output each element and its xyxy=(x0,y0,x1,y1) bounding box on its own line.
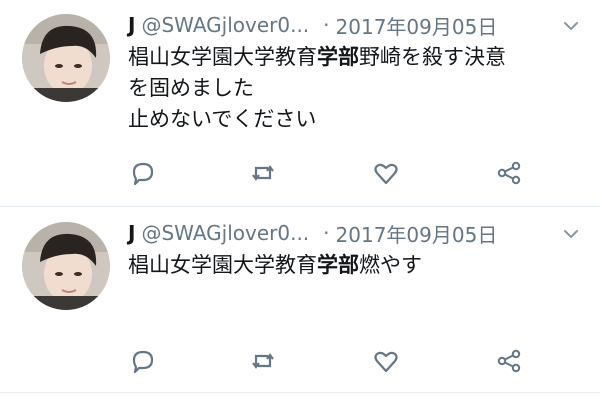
chevron-down-icon[interactable] xyxy=(562,16,580,34)
tweet-line: 椙山女学園大学教育学部燃やす xyxy=(128,253,422,277)
share-icon[interactable] xyxy=(494,158,524,188)
tweet-line: を固めました xyxy=(128,76,254,100)
tweet-text: 椙山女学園大学教育学部燃やす xyxy=(128,250,588,281)
display-name[interactable]: J xyxy=(128,221,135,245)
chevron-down-icon[interactable] xyxy=(562,224,580,242)
avatar[interactable] xyxy=(22,14,110,102)
timestamp[interactable]: 2017年09月05日 xyxy=(336,11,498,40)
separator-dot: · xyxy=(323,13,330,37)
tweet-actions xyxy=(128,158,528,188)
tweet-line: 椙山女学園大学教育学部野崎を殺す決意 xyxy=(128,45,506,69)
separator-dot: · xyxy=(323,221,330,245)
retweet-icon[interactable] xyxy=(248,346,278,376)
avatar-photo xyxy=(22,222,110,310)
user-handle[interactable]: @SWAGjlover0... xyxy=(141,221,309,245)
tweet-actions xyxy=(128,346,528,376)
reply-icon[interactable] xyxy=(128,158,158,188)
tweet-line: 止めないでください xyxy=(128,107,317,131)
avatar-photo xyxy=(22,14,110,102)
tweet[interactable]: J @SWAGjlover0... · 2017年09月05日 椙山女学園大学教… xyxy=(0,0,600,207)
share-icon[interactable] xyxy=(494,346,524,376)
bold-text: 学部 xyxy=(317,253,359,277)
reply-icon[interactable] xyxy=(128,346,158,376)
display-name[interactable]: J xyxy=(128,13,135,37)
heart-icon[interactable] xyxy=(371,158,401,188)
timestamp[interactable]: 2017年09月05日 xyxy=(336,219,498,248)
tweet-header: J @SWAGjlover0... · 2017年09月05日 xyxy=(128,216,580,250)
retweet-icon[interactable] xyxy=(248,158,278,188)
timeline: J @SWAGjlover0... · 2017年09月05日 椙山女学園大学教… xyxy=(0,0,600,410)
heart-icon[interactable] xyxy=(371,346,401,376)
avatar[interactable] xyxy=(22,222,110,310)
tweet-header: J @SWAGjlover0... · 2017年09月05日 xyxy=(128,8,580,42)
bold-text: 学部 xyxy=(317,45,359,69)
tweet[interactable]: J @SWAGjlover0... · 2017年09月05日 椙山女学園大学教… xyxy=(0,208,600,393)
user-handle[interactable]: @SWAGjlover0... xyxy=(141,13,309,37)
tweet-text: 椙山女学園大学教育学部野崎を殺す決意 を固めました 止めないでください xyxy=(128,42,588,135)
